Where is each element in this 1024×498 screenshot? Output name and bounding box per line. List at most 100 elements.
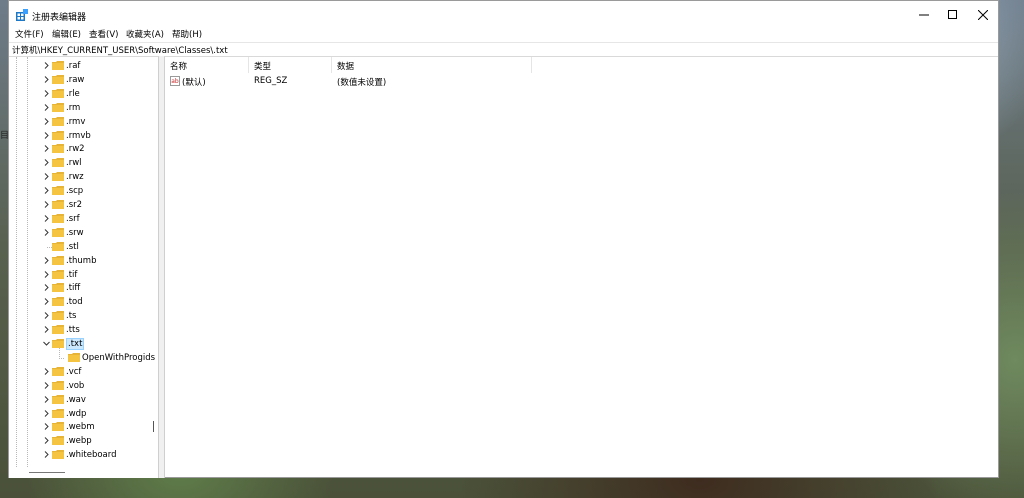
tree-item[interactable]: .stl: [9, 240, 158, 254]
chevron-right-icon[interactable]: [42, 325, 51, 334]
menu-file[interactable]: 文件(F): [15, 28, 44, 40]
tree-item-subkey[interactable]: OpenWithProgids: [9, 351, 158, 365]
value-row-data[interactable]: (数值未设置): [337, 76, 386, 88]
tree-item-label[interactable]: .rwl: [66, 158, 82, 168]
chevron-right-icon[interactable]: [42, 200, 51, 209]
address-bar[interactable]: 计算机\HKEY_CURRENT_USER\Software\Classes\.…: [9, 42, 998, 57]
tree-item-label[interactable]: .srf: [66, 214, 80, 224]
tree-item-label[interactable]: .tiff: [66, 283, 80, 293]
tree-item[interactable]: .thumb: [9, 254, 158, 268]
tree-item[interactable]: .txt: [9, 337, 158, 351]
tree-item-label[interactable]: .rmv: [66, 117, 85, 127]
tree-item-label[interactable]: .tts: [66, 325, 80, 335]
chevron-down-icon[interactable]: [42, 339, 51, 348]
tree-item-label[interactable]: .wdp: [66, 409, 86, 419]
values-list-pane[interactable]: 名称 类型 数据 ab (默认) REG_SZ (数值未设置): [164, 56, 998, 478]
tree-item-label[interactable]: .whiteboard: [66, 450, 117, 460]
tree-item[interactable]: .wdp: [9, 407, 158, 421]
tree-item[interactable]: .srw: [9, 226, 158, 240]
tree-item[interactable]: .rwz: [9, 170, 158, 184]
tree-item-label[interactable]: .thumb: [66, 256, 97, 266]
tree-item[interactable]: .vob: [9, 379, 158, 393]
chevron-right-icon[interactable]: [42, 228, 51, 237]
close-button[interactable]: [965, 1, 1001, 29]
chevron-right-icon[interactable]: [42, 367, 51, 376]
tree-item-label[interactable]: .vob: [66, 381, 84, 391]
chevron-right-icon[interactable]: [42, 436, 51, 445]
tree-item[interactable]: .whiteboard: [9, 448, 158, 462]
tree-item[interactable]: .raw: [9, 73, 158, 87]
chevron-right-icon[interactable]: [42, 450, 51, 459]
tree-item-label[interactable]: .webm: [66, 422, 95, 432]
tree-item[interactable]: .tiff: [9, 281, 158, 295]
tree-item-label[interactable]: .wav: [66, 395, 86, 405]
tree-item-label[interactable]: .stl: [66, 242, 79, 252]
tree-item[interactable]: .wav: [9, 393, 158, 407]
address-path[interactable]: 计算机\HKEY_CURRENT_USER\Software\Classes\.…: [12, 44, 228, 56]
column-header-type[interactable]: 类型: [249, 57, 332, 73]
tree-item-label[interactable]: OpenWithProgids: [82, 353, 155, 363]
tree-item-label[interactable]: .raf: [66, 61, 80, 71]
chevron-right-icon[interactable]: [42, 256, 51, 265]
tree-vertical-scroll-thumb[interactable]: [153, 421, 154, 432]
chevron-right-icon[interactable]: [42, 283, 51, 292]
tree-item[interactable]: .rw2: [9, 142, 158, 156]
tree-item-label[interactable]: .rmvb: [66, 131, 91, 141]
menu-view[interactable]: 查看(V): [89, 28, 118, 40]
tree-item[interactable]: .webp: [9, 434, 158, 448]
menu-help[interactable]: 帮助(H): [172, 28, 202, 40]
chevron-right-icon[interactable]: [42, 395, 51, 404]
tree-item[interactable]: .rwl: [9, 156, 158, 170]
chevron-right-icon[interactable]: [42, 75, 51, 84]
chevron-right-icon[interactable]: [42, 103, 51, 112]
tree-item[interactable]: .raf: [9, 59, 158, 73]
tree-item[interactable]: .tod: [9, 295, 158, 309]
chevron-right-icon[interactable]: [42, 61, 51, 70]
tree-item[interactable]: .sr2: [9, 198, 158, 212]
tree-item[interactable]: .srf: [9, 212, 158, 226]
tree-item[interactable]: .tts: [9, 323, 158, 337]
tree-item[interactable]: .scp: [9, 184, 158, 198]
chevron-right-icon[interactable]: [42, 89, 51, 98]
tree-item[interactable]: .webm: [9, 420, 158, 434]
tree-item-label[interactable]: .raw: [66, 75, 84, 85]
title-bar[interactable]: 注册表编辑器: [9, 1, 998, 29]
chevron-right-icon[interactable]: [42, 131, 51, 140]
tree-item-label[interactable]: .tif: [66, 270, 77, 280]
tree-item[interactable]: .rmv: [9, 115, 158, 129]
chevron-right-icon[interactable]: [42, 311, 51, 320]
chevron-right-icon[interactable]: [42, 409, 51, 418]
tree-horizontal-scroll-thumb[interactable]: [29, 472, 65, 473]
tree-item-label[interactable]: .rw2: [66, 144, 85, 154]
tree-item-label[interactable]: .rle: [66, 89, 80, 99]
chevron-right-icon[interactable]: [42, 144, 51, 153]
tree-item-label[interactable]: .scp: [66, 186, 83, 196]
tree-item[interactable]: .tif: [9, 268, 158, 282]
tree-item-label[interactable]: .vcf: [66, 367, 81, 377]
tree-item-label[interactable]: .txt: [66, 338, 85, 350]
tree-item-label[interactable]: .srw: [66, 228, 84, 238]
tree-item-label[interactable]: .ts: [66, 311, 76, 321]
chevron-right-icon[interactable]: [42, 172, 51, 181]
chevron-right-icon[interactable]: [42, 117, 51, 126]
tree-item[interactable]: .ts: [9, 309, 158, 323]
menu-favorites[interactable]: 收藏夹(A): [126, 28, 164, 40]
key-tree-pane[interactable]: .raf .raw .rle .rm .rmv .rmvb .rw2 .rwl .rwz .scp…: [9, 56, 159, 478]
chevron-right-icon[interactable]: [42, 186, 51, 195]
tree-horizontal-scrollbar[interactable]: [9, 467, 158, 478]
tree-item-label[interactable]: .sr2: [66, 200, 82, 210]
chevron-right-icon[interactable]: [42, 158, 51, 167]
chevron-right-icon[interactable]: [42, 270, 51, 279]
tree-item-label[interactable]: .tod: [66, 297, 83, 307]
tree-item-label[interactable]: .rwz: [66, 172, 84, 182]
value-row-name[interactable]: (默认): [182, 76, 206, 88]
tree-item[interactable]: .rm: [9, 101, 158, 115]
value-row-type[interactable]: REG_SZ: [254, 76, 287, 86]
tree-item-label[interactable]: .rm: [66, 103, 80, 113]
tree-item-label[interactable]: .webp: [66, 436, 92, 446]
chevron-right-icon[interactable]: [42, 297, 51, 306]
tree-item[interactable]: .rmvb: [9, 129, 158, 143]
chevron-right-icon[interactable]: [42, 422, 51, 431]
chevron-right-icon[interactable]: [42, 381, 51, 390]
column-header-data[interactable]: 数据: [332, 57, 532, 73]
